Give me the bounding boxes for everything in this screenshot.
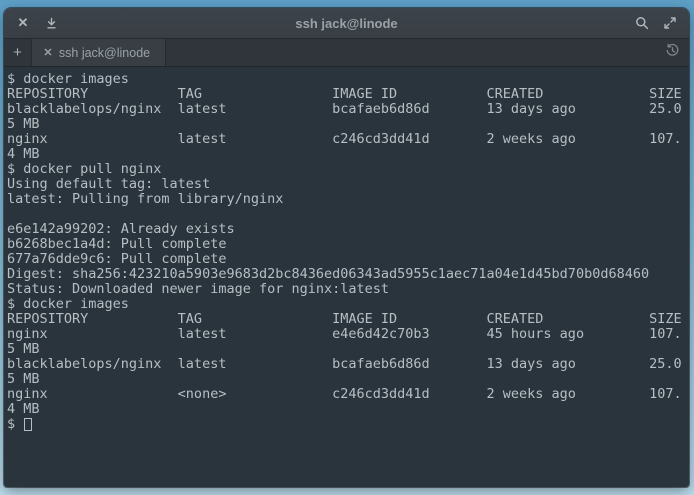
terminal-line: Digest: sha256:423210a5903e9683d2bc8436e… xyxy=(7,267,689,282)
terminal-line: latest: Pulling from library/nginx xyxy=(7,192,689,207)
close-icon: ✕ xyxy=(43,46,52,59)
terminal-line: nginx <none> c246cd3dd41d 2 weeks ago 10… xyxy=(7,387,689,402)
titlebar: ssh jack@linode ✕ xyxy=(4,8,689,39)
terminal-line: blacklabelops/nginx latest bcafaeb6d86d … xyxy=(7,357,689,372)
terminal-prompt: $ xyxy=(7,417,23,432)
terminal-line: nginx latest e4e6d42c70b3 45 hours ago 1… xyxy=(7,327,689,342)
new-tab-button[interactable]: + xyxy=(4,39,32,66)
desktop-background: { "window": { "title": "ssh jack@linode"… xyxy=(0,0,694,495)
terminal-prompt-line: $ xyxy=(7,417,689,432)
terminal-cursor xyxy=(24,418,32,431)
restore-closed-tab-button[interactable] xyxy=(659,39,685,66)
history-clock-icon xyxy=(665,43,680,63)
terminal-line: 4 MB xyxy=(7,147,689,162)
tabbar-spacer xyxy=(166,39,689,66)
terminal-line: $ docker images xyxy=(7,72,689,87)
terminal-line xyxy=(7,207,689,222)
terminal-line: $ docker images xyxy=(7,297,689,312)
terminal-line: REPOSITORY TAG IMAGE ID CREATED SIZE xyxy=(7,87,689,102)
tab-close-button[interactable]: ✕ xyxy=(38,46,58,59)
close-window-button[interactable]: ✕ xyxy=(12,12,34,34)
tab-label: ssh jack@linode xyxy=(58,46,165,60)
search-button[interactable] xyxy=(631,12,653,34)
close-icon: ✕ xyxy=(18,15,29,31)
terminal-line: nginx latest c246cd3dd41d 2 weeks ago 10… xyxy=(7,132,689,147)
terminal-line: 4 MB xyxy=(7,402,689,417)
terminal-line: 677a76dde9c6: Pull complete xyxy=(7,252,689,267)
plus-icon: + xyxy=(13,44,22,61)
terminal-line: Using default tag: latest xyxy=(7,177,689,192)
expand-icon xyxy=(663,16,677,30)
fullscreen-button[interactable] xyxy=(659,12,681,34)
terminal-line: b6268bec1a4d: Pull complete xyxy=(7,237,689,252)
search-icon xyxy=(635,16,649,30)
scroll-to-bottom-button[interactable] xyxy=(40,12,62,34)
terminal-line: REPOSITORY TAG IMAGE ID CREATED SIZE xyxy=(7,312,689,327)
terminal-line: 5 MB xyxy=(7,117,689,132)
scroll-to-bottom-icon xyxy=(45,17,58,30)
tabbar: + ✕ ssh jack@linode xyxy=(4,39,689,67)
tab-ssh-session[interactable]: ✕ ssh jack@linode xyxy=(32,39,166,66)
terminal-line: Status: Downloaded newer image for nginx… xyxy=(7,282,689,297)
window-title: ssh jack@linode xyxy=(4,16,689,31)
terminal-window: ssh jack@linode ✕ xyxy=(4,8,689,487)
terminal-line: $ docker pull nginx xyxy=(7,162,689,177)
terminal-line: 5 MB xyxy=(7,372,689,387)
terminal-line: e6e142a99202: Already exists xyxy=(7,222,689,237)
terminal-line: blacklabelops/nginx latest bcafaeb6d86d … xyxy=(7,102,689,117)
terminal-lines: $ docker imagesREPOSITORY TAG IMAGE ID C… xyxy=(7,72,689,417)
terminal-line: 5 MB xyxy=(7,342,689,357)
terminal-output[interactable]: $ docker imagesREPOSITORY TAG IMAGE ID C… xyxy=(4,67,689,487)
